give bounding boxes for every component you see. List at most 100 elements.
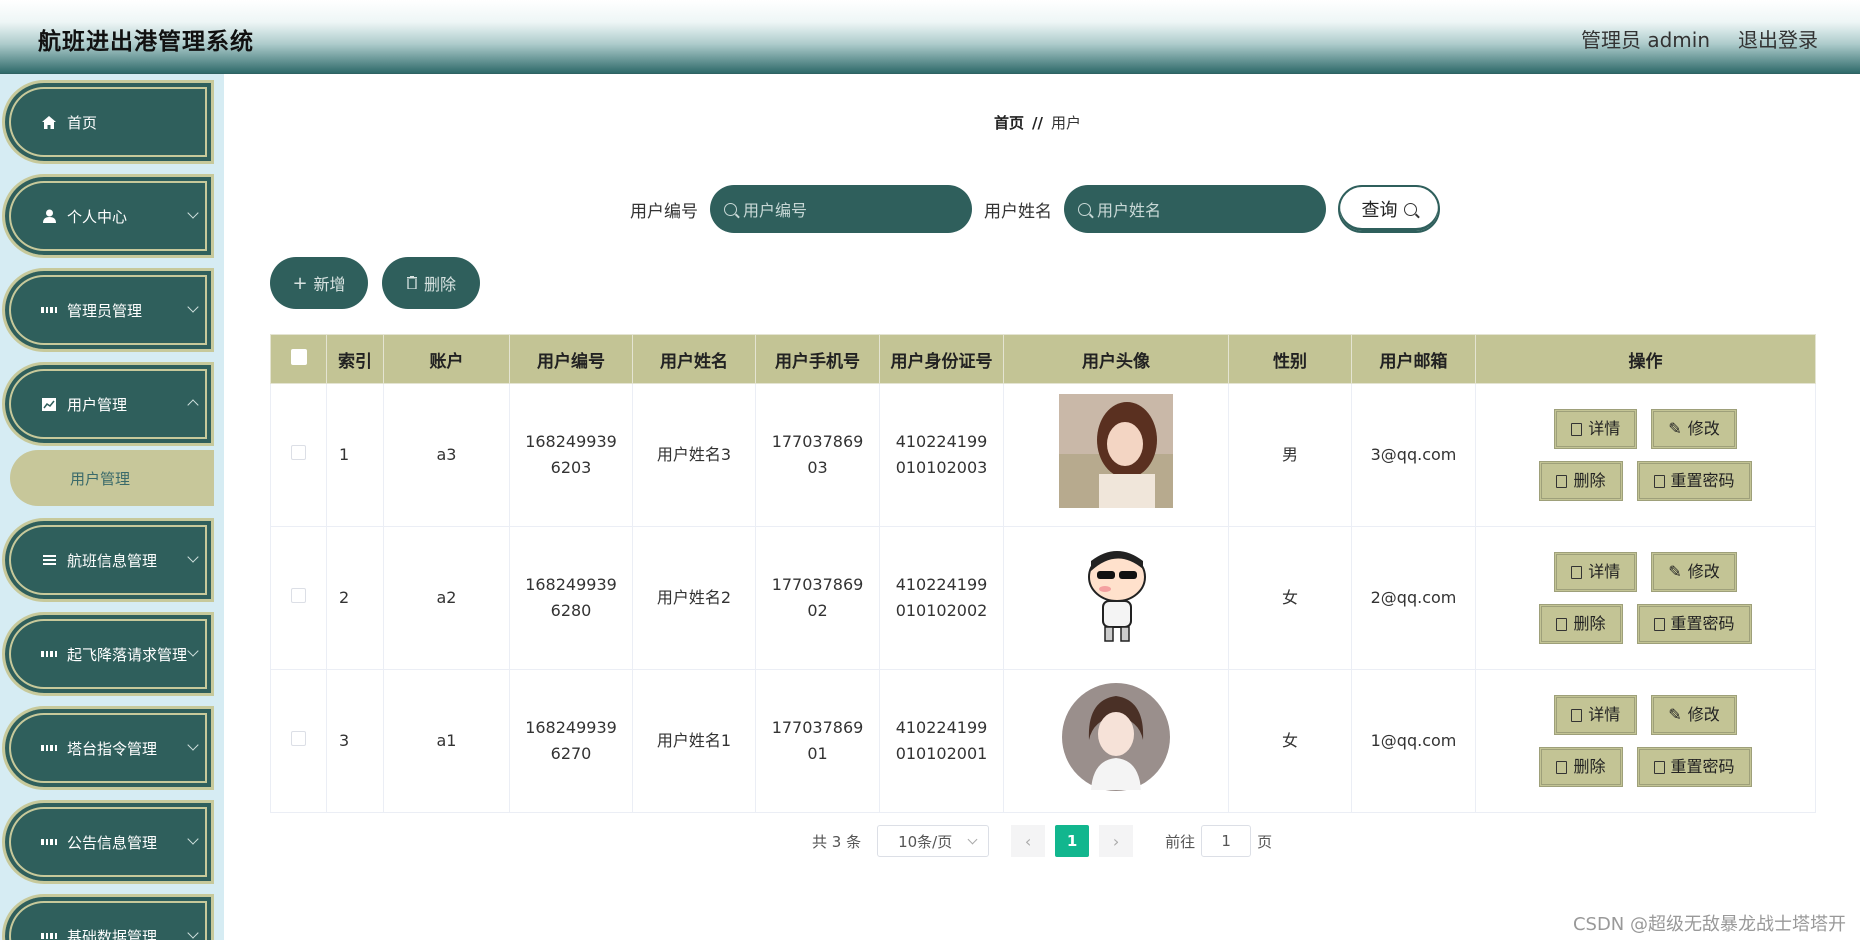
user-avatar-illustration (1059, 680, 1173, 794)
prev-page-button[interactable]: ‹ (1011, 825, 1046, 857)
search-icon (724, 202, 737, 216)
reset-label: 重置密码 (1670, 471, 1735, 490)
user-no-placeholder: 用户编号 (743, 201, 808, 220)
query-button[interactable]: 查询 (1338, 185, 1440, 233)
delete-button[interactable]: 删除 (1539, 747, 1623, 787)
name-cell: 用户姓名1 (632, 669, 756, 813)
pencil-icon: ✎ (1668, 562, 1682, 581)
reset-password-button[interactable]: 重置密码 (1636, 461, 1752, 501)
chevron-down-icon (187, 833, 199, 845)
admin-label: 管理员 admin (1580, 28, 1710, 52)
column-header: 性别 (1228, 334, 1352, 384)
sidebar-item-base-data[interactable]: 基础数据管理 (2, 894, 214, 940)
sidebar-item-label: 用户管理 (67, 395, 128, 414)
ops-cell: 详情 ✎ 修改 删除 重置密码 (1475, 526, 1816, 670)
avatar-cell (1003, 526, 1229, 670)
edit-button[interactable]: ✎ 修改 (1651, 409, 1737, 449)
id-card-cell: 410224199010102003 (879, 383, 1004, 527)
row-select-cell (270, 383, 327, 527)
user-no-label: 用户编号 (630, 201, 698, 222)
page-number-current[interactable]: 1 (1055, 825, 1090, 857)
phone-cell: 17703786903 (755, 383, 880, 527)
row-checkbox[interactable] (291, 588, 306, 603)
document-icon (1571, 422, 1583, 436)
chevron-down-icon (187, 207, 199, 219)
sidebar-item-label: 首页 (67, 113, 98, 132)
index-cell: 2 (326, 526, 384, 670)
row-checkbox[interactable] (291, 445, 306, 460)
next-page-button[interactable]: › (1099, 825, 1134, 857)
sidebar-item-announcements[interactable]: 公告信息管理 (2, 800, 214, 884)
user-name-label: 用户姓名 (984, 201, 1052, 222)
table-row: 1 a3 1682499396203 用户姓名3 17703786903 410… (270, 383, 1816, 527)
column-header: 用户身份证号 (879, 334, 1004, 384)
user-icon (41, 208, 57, 224)
detail-button[interactable]: 详情 (1554, 409, 1638, 449)
sidebar-item-takeoff-requests[interactable]: 起飞降落请求管理 (2, 612, 214, 696)
breadcrumb-home[interactable]: 首页 (994, 114, 1024, 132)
sidebar-item-tower-commands[interactable]: 塔台指令管理 (2, 706, 214, 790)
breadcrumb-separator: // (1032, 114, 1043, 132)
goto-page-input[interactable]: 1 (1201, 825, 1252, 857)
select-all-checkbox[interactable] (290, 348, 307, 365)
trash-icon (1556, 474, 1568, 488)
delete-button[interactable]: 删除 (1539, 604, 1623, 644)
sidebar-item-label: 塔台指令管理 (67, 739, 158, 758)
gender-cell: 女 (1228, 669, 1352, 813)
grid-icon (41, 302, 57, 318)
document-icon (1571, 708, 1583, 722)
user-no-cell: 1682499396203 (509, 383, 633, 527)
id-card-cell: 410224199010102002 (879, 526, 1004, 670)
email-cell: 2@qq.com (1351, 526, 1476, 670)
column-header: 用户手机号 (755, 334, 880, 384)
page-size-select[interactable]: 10条/页 (877, 825, 990, 857)
edit-label: 修改 (1687, 419, 1720, 438)
total-count: 共 3 条 (812, 832, 862, 851)
reset-label: 重置密码 (1670, 757, 1735, 776)
sidebar-item-user-mgmt[interactable]: 用户管理 (2, 362, 214, 446)
row-checkbox[interactable] (291, 731, 306, 746)
reset-password-button[interactable]: 重置密码 (1636, 747, 1752, 787)
sidebar-item-label: 个人中心 (67, 207, 128, 226)
search-icon (1078, 202, 1091, 216)
user-avatar-cartoon (1059, 537, 1173, 651)
document-icon (1653, 474, 1665, 488)
avatar-cell (1003, 669, 1229, 813)
column-header: 用户邮箱 (1351, 334, 1476, 384)
top-header: 航班进出港管理系统 管理员 admin 退出登录 (0, 0, 1860, 74)
sidebar-subitem-user-mgmt[interactable]: 用户管理 (10, 450, 214, 506)
sidebar-item-flight-info[interactable]: 航班信息管理 (2, 518, 214, 602)
phone-cell: 17703786902 (755, 526, 880, 670)
watermark: CSDN @超级无敌暴龙战士塔塔开 (1572, 914, 1846, 935)
user-no-cell: 1682499396270 (509, 669, 633, 813)
sidebar-item-home[interactable]: 首页 (2, 80, 214, 164)
delete-button[interactable]: 删除 (1539, 461, 1623, 501)
email-cell: 3@qq.com (1351, 383, 1476, 527)
email-cell: 1@qq.com (1351, 669, 1476, 813)
column-header: 用户姓名 (632, 334, 756, 384)
edit-button[interactable]: ✎ 修改 (1651, 695, 1737, 735)
sidebar-item-profile[interactable]: 个人中心 (2, 174, 214, 258)
reset-password-button[interactable]: 重置密码 (1636, 604, 1752, 644)
bulk-delete-button[interactable]: 删除 (382, 257, 480, 309)
delete-label: 删除 (1573, 471, 1606, 490)
pencil-icon: ✎ (1668, 705, 1682, 724)
column-header: 用户头像 (1003, 334, 1229, 384)
user-name-input[interactable]: 用户姓名 (1064, 185, 1326, 233)
gender-cell: 女 (1228, 526, 1352, 670)
detail-button[interactable]: 详情 (1554, 695, 1638, 735)
user-no-input[interactable]: 用户编号 (710, 185, 972, 233)
edit-button[interactable]: ✎ 修改 (1651, 552, 1737, 592)
add-button[interactable]: + 新增 (270, 257, 368, 309)
goto-suffix: 页 (1257, 832, 1273, 851)
goto-prefix: 前往 (1165, 832, 1196, 851)
logout-button[interactable]: 退出登录 (1738, 24, 1818, 53)
user-no-cell: 1682499396280 (509, 526, 633, 670)
sidebar-item-admin-mgmt[interactable]: 管理员管理 (2, 268, 214, 352)
grid-icon (41, 740, 57, 756)
detail-button[interactable]: 详情 (1554, 552, 1638, 592)
row-select-cell (270, 669, 327, 813)
list-icon (41, 552, 57, 568)
sidebar: 首页 个人中心 管理员管理 用户管理 用户管理 航班信息管理 起飞降落请求管理 (0, 74, 224, 940)
app-title: 航班进出港管理系统 (38, 29, 254, 55)
